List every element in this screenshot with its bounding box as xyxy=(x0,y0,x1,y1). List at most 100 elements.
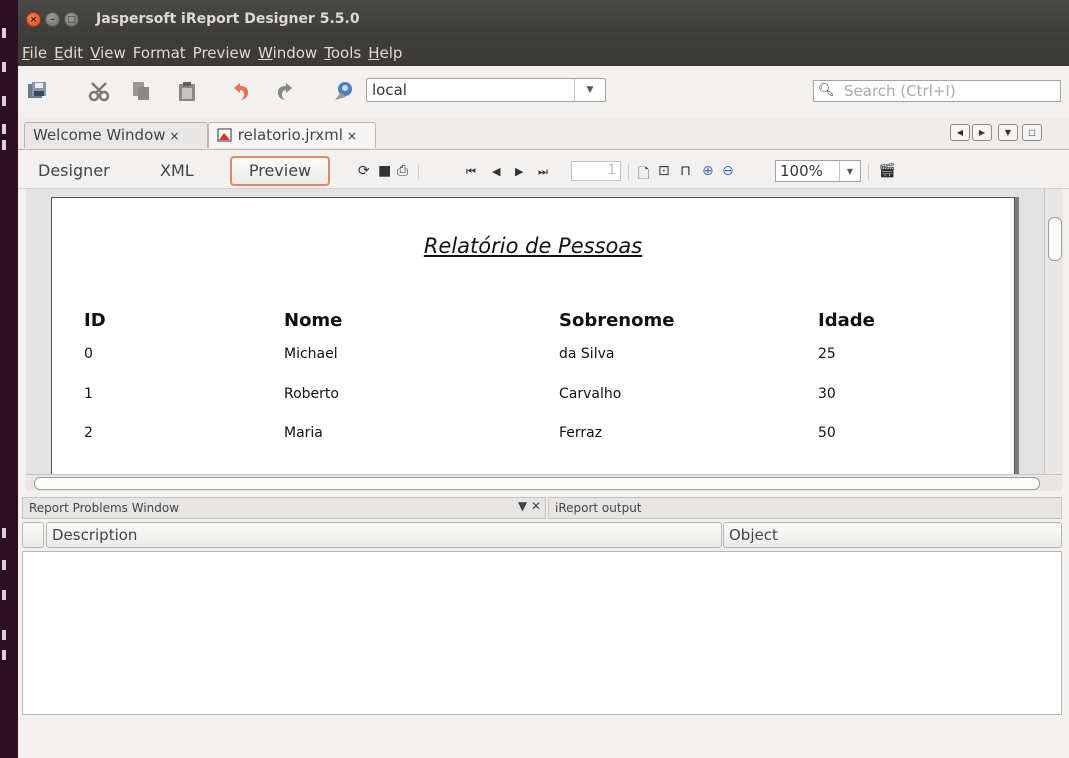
scroll-tabs-right-icon[interactable]: ▶ xyxy=(972,124,992,141)
vertical-scrollbar[interactable] xyxy=(1044,189,1063,474)
redo-icon[interactable] xyxy=(274,80,296,102)
desktop-launcher-edge xyxy=(0,0,18,758)
next-page-icon[interactable]: ▶ xyxy=(515,165,523,178)
maximize-editor-icon[interactable]: □ xyxy=(1022,124,1042,141)
save-all-icon[interactable] xyxy=(26,80,48,102)
chevron-down-icon[interactable]: ▼ xyxy=(574,79,605,101)
scroll-tabs-left-icon[interactable]: ◀ xyxy=(950,124,970,141)
cell-id: 0 xyxy=(84,346,93,362)
toolbar-separator xyxy=(418,164,419,180)
problems-table-body xyxy=(22,551,1062,715)
cell-sobrenome: da Silva xyxy=(559,346,615,362)
tab-designer[interactable]: Designer xyxy=(38,161,110,180)
window-minimize-button[interactable]: – xyxy=(45,12,60,27)
panel-controls[interactable]: ▼ ✕ xyxy=(518,499,541,513)
menu-file[interactable]: File xyxy=(22,44,47,62)
tab-list-icon[interactable]: ▼ xyxy=(998,124,1018,141)
cell-sobrenome: Carvalho xyxy=(559,386,622,402)
row-header-corner xyxy=(22,522,44,548)
window-maximize-button[interactable]: □ xyxy=(64,12,79,27)
report-file-icon xyxy=(217,128,232,142)
problems-table-header: Description Object xyxy=(22,522,1062,549)
cell-nome: Maria xyxy=(284,425,323,441)
menu-window[interactable]: Window xyxy=(258,44,317,62)
datasource-icon[interactable] xyxy=(332,80,354,102)
zoom-in-icon[interactable]: ⊕ xyxy=(702,163,714,179)
column-header-id: ID xyxy=(84,310,106,331)
actual-size-icon[interactable]: 🗋 xyxy=(638,163,649,187)
menu-tools[interactable]: Tools xyxy=(324,44,361,62)
editor-tabs: Welcome Window × relatorio.jrxml × xyxy=(18,119,1069,150)
previous-page-icon[interactable]: ◀ xyxy=(492,165,500,178)
cut-icon[interactable] xyxy=(88,80,110,102)
report-preview-canvas: Relatório de Pessoas ID Nome Sobrenome I… xyxy=(26,189,1044,475)
chevron-down-icon[interactable]: ▼ xyxy=(839,161,860,181)
save-icon[interactable]: ■ xyxy=(378,163,391,179)
toolbar-separator xyxy=(868,164,869,180)
print-icon[interactable]: ⎙ xyxy=(397,163,408,179)
panel-menu-icon[interactable]: ▼ xyxy=(518,499,527,513)
report-page: Relatório de Pessoas ID Nome Sobrenome I… xyxy=(51,197,1015,475)
tab-label: Report Problems Window xyxy=(29,501,180,515)
fit-page-icon[interactable]: ⊡ xyxy=(658,163,670,179)
menu-format[interactable]: Format xyxy=(133,44,186,62)
close-icon[interactable]: ✕ xyxy=(531,499,541,513)
cell-nome: Michael xyxy=(284,346,338,362)
tab-relatorio-jrxml[interactable]: relatorio.jrxml × xyxy=(208,122,376,148)
cell-idade: 30 xyxy=(818,386,836,402)
cell-sobrenome: Ferraz xyxy=(559,425,603,441)
copy-icon[interactable] xyxy=(130,80,152,102)
fit-width-icon[interactable]: ⊓ xyxy=(680,163,691,179)
status-bar xyxy=(18,740,1069,758)
title-bar: × – □ Jaspersoft iReport Designer 5.5.0 xyxy=(18,0,1069,42)
cell-idade: 50 xyxy=(818,425,836,441)
datasource-value: local xyxy=(372,81,407,99)
cell-id: 2 xyxy=(84,425,93,441)
menu-preview[interactable]: Preview xyxy=(193,44,251,62)
clapperboard-icon[interactable]: 🎬︎ xyxy=(878,163,896,179)
column-header-object[interactable]: Object xyxy=(723,522,1062,548)
toolbar-separator xyxy=(628,164,629,180)
bottom-panel-tabs: Report Problems Window ▼ ✕ iReport outpu… xyxy=(22,497,1062,519)
window-title: Jaspersoft iReport Designer 5.5.0 xyxy=(96,11,360,27)
tab-report-problems[interactable]: Report Problems Window ▼ ✕ xyxy=(22,497,546,519)
zoom-value: 100% xyxy=(780,162,823,180)
search-icon[interactable]: 🔍︎ xyxy=(818,83,835,98)
undo-icon[interactable] xyxy=(230,80,252,102)
menu-help[interactable]: Help xyxy=(368,44,402,62)
report-title: Relatório de Pessoas xyxy=(423,234,643,258)
tab-label: relatorio.jrxml xyxy=(237,126,343,144)
menu-bar: File Edit View Format Preview Window Too… xyxy=(18,40,1069,66)
cell-nome: Roberto xyxy=(284,386,339,402)
scrollbar-thumb[interactable] xyxy=(34,477,1040,490)
ireport-window: × – □ Jaspersoft iReport Designer 5.5.0 … xyxy=(18,0,1069,758)
zoom-select[interactable]: 100% ▼ xyxy=(775,160,861,182)
search-placeholder: Search (Ctrl+I) xyxy=(844,82,956,100)
close-icon[interactable]: × xyxy=(170,129,180,143)
horizontal-scrollbar[interactable] xyxy=(26,474,1062,491)
column-header-sobrenome: Sobrenome xyxy=(559,310,675,331)
column-header-nome: Nome xyxy=(284,310,343,331)
last-page-icon[interactable]: ⏭ xyxy=(538,165,548,179)
close-icon[interactable]: × xyxy=(347,129,357,143)
tab-preview[interactable]: Preview xyxy=(230,156,330,186)
tab-welcome-window[interactable]: Welcome Window × xyxy=(24,122,208,148)
menu-edit[interactable]: Edit xyxy=(54,44,83,62)
tab-xml[interactable]: XML xyxy=(160,161,194,180)
page-number-field[interactable]: 1 xyxy=(571,161,621,181)
window-close-button[interactable]: × xyxy=(26,12,41,27)
first-page-icon[interactable]: ⏮ xyxy=(466,165,476,179)
tab-label: Welcome Window xyxy=(33,126,166,144)
column-header-idade: Idade xyxy=(818,310,875,331)
scrollbar-thumb[interactable] xyxy=(1048,217,1062,261)
column-header-description[interactable]: Description xyxy=(46,522,722,548)
paste-icon[interactable] xyxy=(176,80,198,102)
cell-idade: 25 xyxy=(818,346,836,362)
reload-icon[interactable]: ⟳ xyxy=(358,163,370,179)
datasource-select[interactable]: local ▼ xyxy=(366,78,606,102)
menu-view[interactable]: View xyxy=(90,44,126,62)
zoom-out-icon[interactable]: ⊖ xyxy=(722,163,734,179)
tab-label: iReport output xyxy=(555,501,642,515)
search-field[interactable]: 🔍︎ Search (Ctrl+I) xyxy=(813,80,1061,102)
tab-ireport-output[interactable]: iReport output xyxy=(548,497,1062,519)
